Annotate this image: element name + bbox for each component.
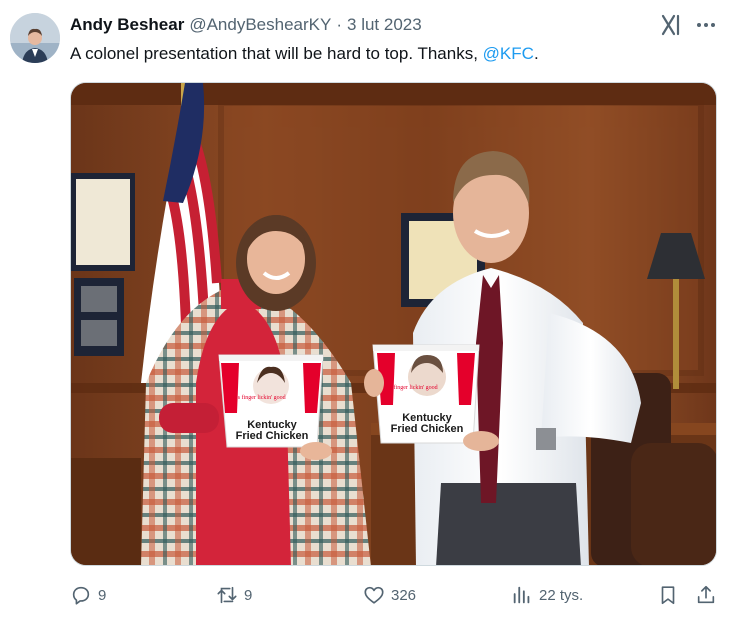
reply-button[interactable]: 9 [70, 582, 106, 608]
bookmark-button[interactable] [657, 582, 679, 608]
like-button[interactable]: 326 [363, 582, 416, 608]
like-icon [364, 586, 384, 604]
reply-icon [72, 586, 90, 605]
author-name[interactable]: Andy Beshear [70, 15, 184, 35]
action-bar: 9 9 326 22 tys. [0, 582, 731, 608]
bucket2-brand-line2: Fried Chicken [391, 423, 464, 435]
views-count: 22 tys. [539, 586, 584, 604]
grok-icon[interactable] [660, 13, 684, 37]
tweet-date[interactable]: 3 lut 2023 [347, 15, 422, 35]
bookmark-icon [661, 586, 675, 605]
avatar-image [10, 13, 60, 63]
mention-link[interactable]: @KFC [483, 44, 534, 63]
header-separator: · [336, 15, 343, 34]
retweet-icon [217, 586, 237, 604]
photo-scene: It's finger lickin' good Kentucky Fried … [71, 83, 716, 565]
avatar[interactable] [10, 13, 60, 63]
reply-count: 9 [98, 586, 107, 604]
retweet-count: 9 [244, 586, 253, 604]
share-icon [697, 585, 715, 604]
share-button[interactable] [695, 582, 717, 608]
tweet-header: Andy Beshear @AndyBeshearKY · 3 lut 2023 [70, 14, 422, 36]
tweet-text-end: . [533, 44, 539, 63]
more-icon[interactable] [694, 13, 718, 37]
views-icon [513, 586, 530, 604]
views-button[interactable]: 22 tys. [511, 582, 583, 608]
like-count: 326 [391, 586, 417, 604]
bucket1-slogan: It's finger lickin' good [233, 394, 286, 401]
bucket2-slogan: It's finger lickin' good [385, 384, 438, 391]
retweet-button[interactable]: 9 [216, 582, 252, 608]
author-handle[interactable]: @AndyBeshearKY [189, 15, 331, 35]
tweet-text-body: A colonel presentation that will be hard… [70, 44, 483, 63]
bucket1-brand-line2: Fried Chicken [236, 430, 309, 442]
tweet-text: A colonel presentation that will be hard… [70, 42, 539, 66]
tweet-photo[interactable]: It's finger lickin' good Kentucky Fried … [70, 82, 717, 566]
